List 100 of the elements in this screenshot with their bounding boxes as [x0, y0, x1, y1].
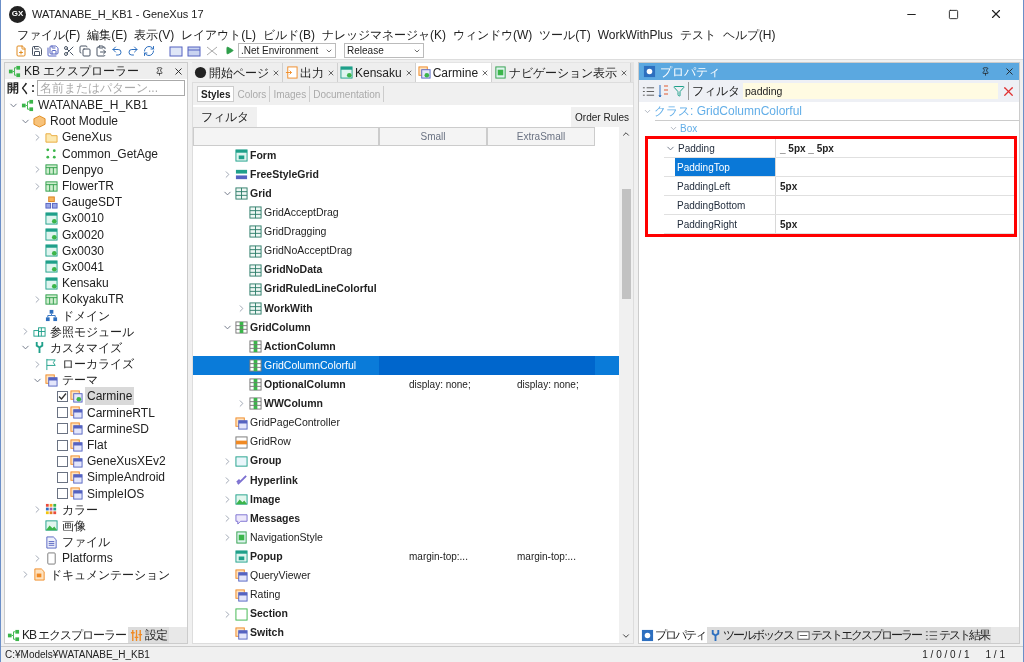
sub-tab[interactable]: Styles	[197, 86, 235, 102]
tree-item[interactable]: CarmineSD	[85, 419, 151, 438]
property-name[interactable]: PaddingLeft	[675, 177, 775, 195]
tree-item[interactable]: Flat	[85, 436, 109, 455]
tree-item[interactable]: Gx0020	[60, 225, 107, 244]
tree-item[interactable]: テーマ	[60, 371, 100, 390]
menu-item[interactable]: ビルド(B)	[263, 26, 315, 44]
panel-tab[interactable]: プロパティ	[639, 627, 707, 643]
property-value[interactable]: 5px	[780, 216, 798, 232]
paste-icon[interactable]	[95, 44, 107, 57]
tree-item[interactable]: ドメイン	[60, 306, 112, 325]
environment-dropdown[interactable]: .Net Environment	[238, 43, 336, 58]
menu-item[interactable]: WorkWithPlus	[597, 26, 673, 44]
style-row[interactable]: GridRuledLineColorful	[193, 279, 619, 299]
checkbox[interactable]	[57, 488, 68, 500]
editor-tab[interactable]: Carmine	[415, 63, 493, 82]
style-row[interactable]: GridRow	[193, 432, 619, 452]
property-name[interactable]: PaddingRight	[675, 215, 775, 233]
redo-icon[interactable]	[127, 44, 139, 57]
checkbox[interactable]	[57, 390, 68, 402]
sort-icon[interactable]	[658, 84, 670, 98]
tree-item[interactable]: Root Module	[48, 112, 121, 131]
editor-tab[interactable]: 出力	[283, 63, 338, 82]
tree-item[interactable]: Kensaku	[60, 274, 111, 293]
style-row[interactable]: WorkWith	[193, 298, 619, 318]
editor-tab[interactable]: Kensaku	[338, 63, 416, 82]
tree-item[interactable]: CarmineRTL	[85, 403, 157, 422]
tree-item[interactable]: カスタマイズ	[48, 338, 124, 357]
tree-item[interactable]: ドキュメンテーション	[48, 565, 172, 584]
tree-item[interactable]: GaugeSDT	[60, 193, 125, 212]
tree-item[interactable]: 参照モジュール	[48, 322, 136, 341]
menu-item[interactable]: レイアウト(L)	[181, 26, 256, 44]
tree-item[interactable]: GeneXus	[60, 128, 115, 147]
style-row[interactable]: GridColumn	[193, 318, 619, 338]
style-row[interactable]: ActionColumn	[193, 337, 619, 357]
tree-item[interactable]: Carmine	[85, 387, 135, 406]
property-value[interactable]: _ 5px _ 5px	[780, 140, 834, 156]
tree-item[interactable]: SimpleAndroid	[85, 468, 168, 487]
style-row[interactable]: GridNoAcceptDrag	[193, 241, 619, 261]
tree-item[interactable]: ファイル	[60, 533, 112, 552]
property-name[interactable]: PaddingTop	[675, 158, 775, 176]
tree-item[interactable]: 画像	[60, 516, 88, 535]
checkbox[interactable]	[57, 423, 68, 435]
cut-icon[interactable]	[63, 44, 75, 57]
menu-item[interactable]: ツール(T)	[539, 26, 591, 44]
cancel-icon[interactable]	[205, 44, 219, 57]
style-row[interactable]: GridAcceptDrag	[193, 203, 619, 223]
undo-icon[interactable]	[111, 44, 123, 57]
style-row[interactable]: Hyperlink	[193, 470, 619, 490]
filter-field[interactable]: padding	[743, 83, 998, 99]
checkbox[interactable]	[57, 471, 68, 483]
style-row[interactable]: Messages	[193, 509, 619, 529]
menu-item[interactable]: テスト	[679, 26, 716, 44]
tree-item[interactable]: Gx0010	[60, 209, 107, 228]
panel-tab[interactable]: テストエクスプローラー	[795, 627, 923, 643]
scrollbar-thumb[interactable]	[621, 189, 631, 299]
scroll-up-icon[interactable]	[621, 129, 631, 139]
menu-item[interactable]: ヘルプ(H)	[722, 26, 776, 44]
style-row[interactable]: NavigationStyle	[193, 528, 619, 548]
menu-item[interactable]: 編集(E)	[87, 26, 128, 44]
style-row[interactable]: GridPageController	[193, 413, 619, 433]
style-row[interactable]: GridDragging	[193, 222, 619, 242]
style-row[interactable]: Rating	[193, 585, 619, 605]
style-row[interactable]: QueryViewer	[193, 566, 619, 586]
pin-icon[interactable]	[981, 67, 990, 76]
order-rules-button[interactable]: Order Rules	[571, 109, 633, 125]
tree-item[interactable]: Gx0041	[60, 257, 107, 276]
style-row[interactable]: Section	[193, 604, 619, 624]
filter-icon[interactable]	[673, 85, 685, 97]
style-row[interactable]: Form	[193, 146, 619, 166]
chevron-down-icon[interactable]	[669, 124, 678, 133]
scroll-down-icon[interactable]	[621, 631, 631, 641]
style-row[interactable]: GridColumnColorful	[193, 356, 619, 376]
style-row[interactable]: Popup margin-top:... margin-top:...	[193, 547, 619, 567]
configuration-dropdown[interactable]: Release	[344, 43, 424, 58]
style-row[interactable]: Image	[193, 489, 619, 510]
style-row[interactable]: WWColumn	[193, 394, 619, 414]
close-icon[interactable]	[989, 7, 1003, 21]
tree-item[interactable]: GeneXusXEv2	[85, 452, 168, 471]
tree-item[interactable]: FlowerTR	[60, 177, 116, 196]
checkbox[interactable]	[57, 455, 68, 467]
search-field[interactable]: 名前またはパターン...	[37, 79, 185, 96]
style-row[interactable]: GridNoData	[193, 260, 619, 280]
menu-item[interactable]: ウィンドウ(W)	[453, 26, 533, 44]
tree-item[interactable]: WATANABE_H_KB1	[36, 96, 150, 115]
maximize-icon[interactable]	[948, 8, 959, 20]
save-all-icon[interactable]	[47, 44, 59, 57]
property-name[interactable]: PaddingBottom	[675, 196, 775, 214]
filter-field[interactable]	[257, 107, 572, 127]
save-icon[interactable]	[31, 44, 43, 57]
panel-tab[interactable]: テスト結果	[923, 627, 991, 643]
tree-item[interactable]: カラー	[60, 500, 100, 519]
tree-item[interactable]: ローカライズ	[60, 355, 136, 374]
refresh-icon[interactable]	[143, 44, 155, 57]
property-name[interactable]: Padding	[676, 139, 775, 157]
style-row[interactable]: FreeStyleGrid	[193, 165, 619, 185]
style-row[interactable]: Group	[193, 451, 619, 471]
menu-item[interactable]: 表示(V)	[134, 26, 175, 44]
pin-icon[interactable]	[155, 66, 164, 76]
menu-item[interactable]: ナレッジマネージャ(K)	[322, 26, 446, 44]
